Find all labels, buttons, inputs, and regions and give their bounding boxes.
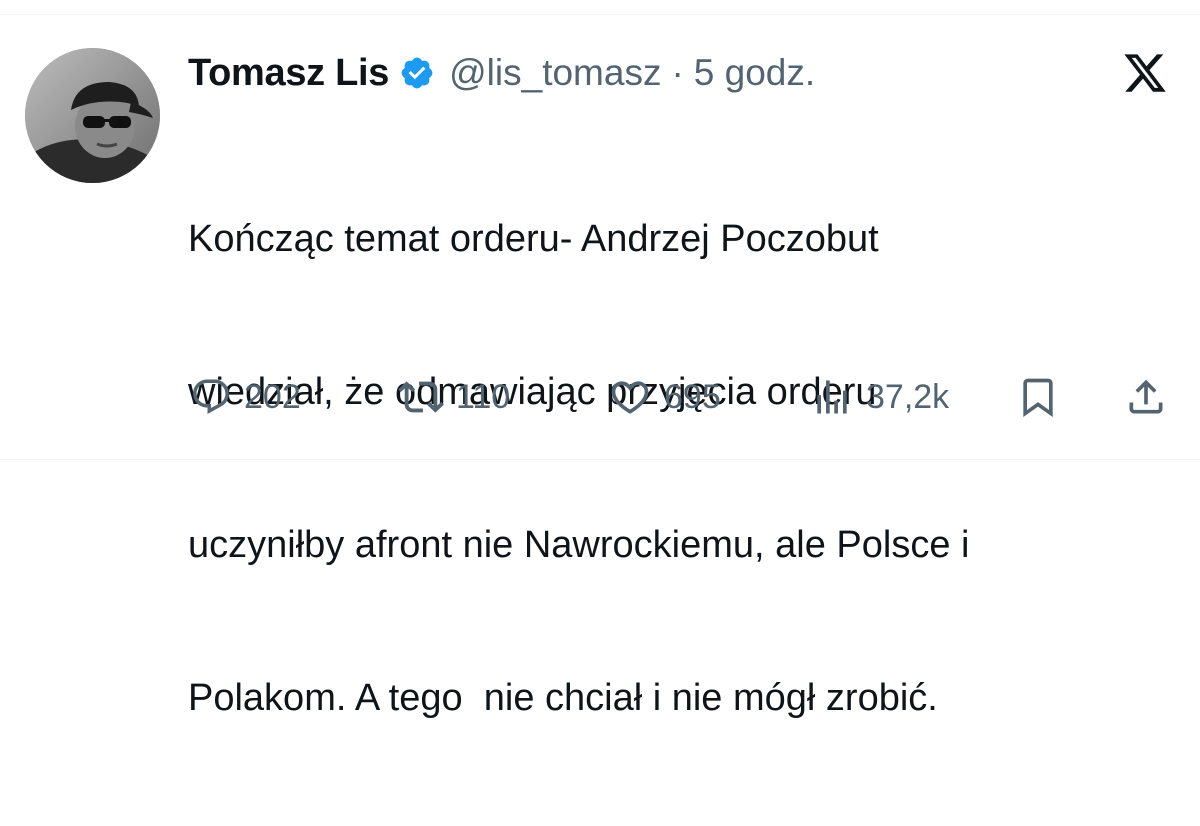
x-logo-icon <box>1122 50 1168 96</box>
header-separator: · <box>671 52 684 93</box>
reply-icon <box>190 376 232 418</box>
author-handle[interactable]: @lis_tomasz <box>449 52 661 94</box>
avatar[interactable] <box>25 48 160 183</box>
tweet-text-line: Kończąc temat orderu- Andrzej Poczobut <box>188 218 879 260</box>
bookmark-button[interactable] <box>1016 372 1060 422</box>
reply-button[interactable]: 202 <box>190 372 301 422</box>
tweet-text-line: Polakom. A tego nie chciał i nie mógł zr… <box>188 677 938 719</box>
repost-count: 110 <box>456 377 511 416</box>
tweet-header: Tomasz Lis @lis_tomasz · 5 godz. <box>188 50 815 96</box>
tweet-card[interactable]: Tomasz Lis @lis_tomasz · 5 godz. Kończąc… <box>0 0 1200 719</box>
author-display-name[interactable]: Tomasz Lis <box>188 52 389 95</box>
tweet-timestamp[interactable]: 5 godz. <box>694 52 815 94</box>
like-button[interactable]: 695 <box>608 372 721 422</box>
views-icon <box>810 375 854 419</box>
like-count: 695 <box>664 377 721 416</box>
avatar-photo <box>25 48 160 183</box>
reply-count: 202 <box>244 377 301 416</box>
repost-icon <box>398 374 444 420</box>
heart-icon <box>608 375 652 419</box>
bottom-divider <box>0 459 1200 460</box>
repost-button[interactable]: 110 <box>398 372 510 422</box>
views-button[interactable]: 37,2k <box>810 372 949 422</box>
verified-badge-icon <box>399 55 435 91</box>
tweet-actions: 202 110 695 37,2k <box>0 372 1200 422</box>
share-icon <box>1124 375 1168 419</box>
bookmark-icon <box>1016 375 1060 419</box>
views-count: 37,2k <box>866 377 950 416</box>
tweet-text-line: uczyniłby afront nie Nawrockiemu, ale Po… <box>188 524 970 566</box>
share-button[interactable] <box>1124 372 1168 422</box>
tweet-text: Kończąc temat orderu- Andrzej Poczobut w… <box>188 112 1178 826</box>
